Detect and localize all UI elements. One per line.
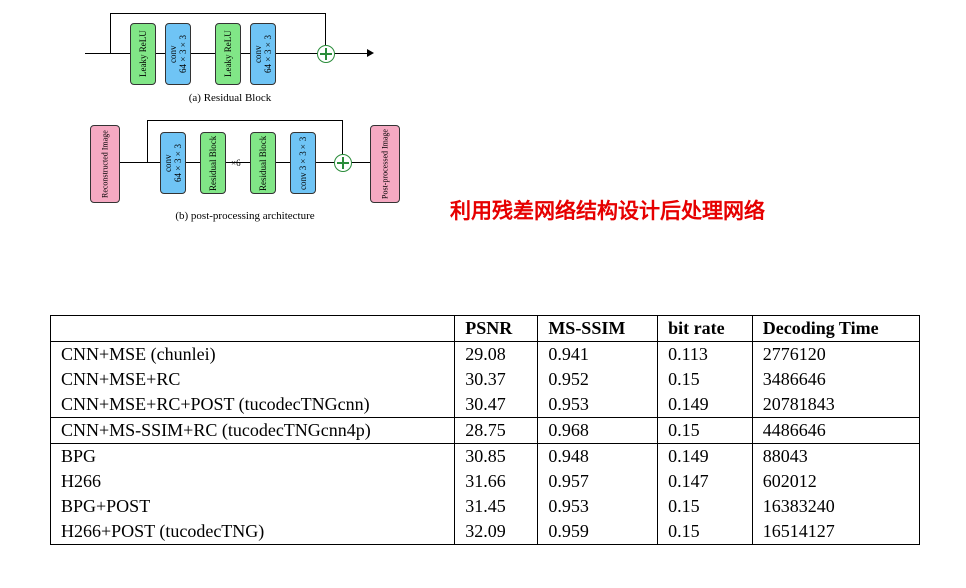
conv-block: conv 64×3×3 [165,23,191,85]
table-cell: 4486646 [752,418,919,444]
table-cell: 0.15 [658,418,753,444]
table-cell: 0.953 [538,392,658,418]
table-cell: CNN+MSE (chunlei) [51,342,455,368]
table-cell: 31.66 [455,469,538,494]
conv-block: conv 64×3×3 [160,132,186,194]
table-cell: 2776120 [752,342,919,368]
table-row: CNN+MSE+RC30.370.9520.153486646 [51,367,920,392]
table-cell: CNN+MS-SSIM+RC (tucodecTNGcnn4p) [51,418,455,444]
multiplier-label: ×6 [231,158,241,168]
leaky-relu-block: Leaky ReLU [215,23,241,85]
table-cell: 602012 [752,469,919,494]
table-cell: 30.37 [455,367,538,392]
table-cell: 0.953 [538,494,658,519]
table-row: H26631.660.9570.147602012 [51,469,920,494]
table-cell: 0.147 [658,469,753,494]
table-cell: 3486646 [752,367,919,392]
table-cell: 0.149 [658,444,753,470]
table-header: PSNR [455,316,538,342]
post-processing-diagram: Reconstructed Image conv 64×3×3 Residual… [85,110,405,230]
table-cell: 29.08 [455,342,538,368]
table-cell: 0.15 [658,367,753,392]
table-row: CNN+MS-SSIM+RC (tucodecTNGcnn4p)28.750.9… [51,418,920,444]
table-cell: BPG [51,444,455,470]
add-icon [317,45,335,63]
table-cell: 28.75 [455,418,538,444]
table-row: BPG30.850.9480.14988043 [51,444,920,470]
table-row: H266+POST (tucodecTNG)32.090.9590.151651… [51,519,920,545]
conv-block: conv 3×3×3 [290,132,316,194]
annotation-text: 利用残差网络结构设计后处理网络 [450,195,765,225]
leaky-relu-block: Leaky ReLU [130,23,156,85]
table-cell: BPG+POST [51,494,455,519]
diagram-a-caption: (a) Residual Block [85,92,375,104]
residual-block: Residual Block [250,132,276,194]
table-cell: 16383240 [752,494,919,519]
table-row: CNN+MSE (chunlei)29.080.9410.1132776120 [51,342,920,368]
table-cell: 0.968 [538,418,658,444]
residual-block: Residual Block [200,132,226,194]
residual-block-diagram: Leaky ReLU conv 64×3×3 Leaky ReLU conv 6… [85,5,405,105]
table-header: Decoding Time [752,316,919,342]
table-cell: 0.941 [538,342,658,368]
conv-block: conv 64×3×3 [250,23,276,85]
table-cell: 20781843 [752,392,919,418]
table-header: bit rate [658,316,753,342]
table-row: BPG+POST31.450.9530.1516383240 [51,494,920,519]
table-header [51,316,455,342]
diagram-area: Leaky ReLU conv 64×3×3 Leaky ReLU conv 6… [85,5,405,230]
table-cell: 88043 [752,444,919,470]
table-row: CNN+MSE+RC+POST (tucodecTNGcnn)30.470.95… [51,392,920,418]
table-cell: CNN+MSE+RC [51,367,455,392]
diagram-b-caption: (b) post-processing architecture [85,210,405,222]
table-cell: 0.149 [658,392,753,418]
table-cell: 0.948 [538,444,658,470]
table-cell: 0.959 [538,519,658,545]
table-cell: CNN+MSE+RC+POST (tucodecTNGcnn) [51,392,455,418]
add-icon [334,154,352,172]
table-header: MS-SSIM [538,316,658,342]
table-cell: 0.952 [538,367,658,392]
table-cell: H266 [51,469,455,494]
table-cell: 31.45 [455,494,538,519]
table-cell: 0.15 [658,494,753,519]
table-cell: 0.957 [538,469,658,494]
table-cell: 30.85 [455,444,538,470]
post-processed-image-block: Post-processed Image [370,125,400,203]
table-cell: H266+POST (tucodecTNG) [51,519,455,545]
table-cell: 0.15 [658,519,753,545]
reconstructed-image-block: Reconstructed Image [90,125,120,203]
results-table: PSNRMS-SSIMbit rateDecoding TimeCNN+MSE … [50,315,920,545]
table-cell: 0.113 [658,342,753,368]
table-cell: 16514127 [752,519,919,545]
table-cell: 30.47 [455,392,538,418]
table-cell: 32.09 [455,519,538,545]
